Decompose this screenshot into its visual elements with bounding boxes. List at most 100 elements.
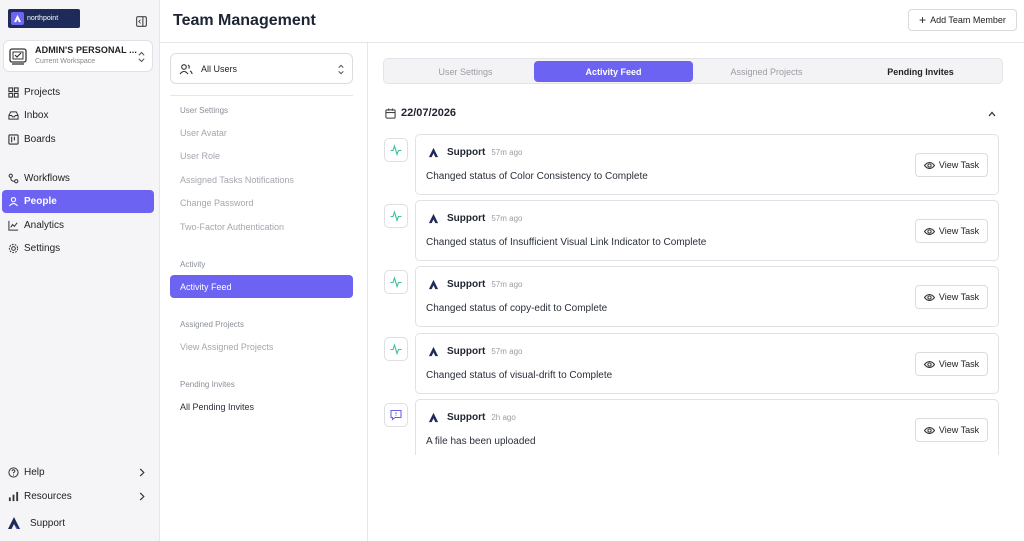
tab-user-settings[interactable]: User Settings xyxy=(386,61,545,82)
sidebar-item-help[interactable]: Help xyxy=(2,461,154,484)
feed-time: 57m ago xyxy=(491,214,523,223)
comment-icon xyxy=(390,409,402,421)
activity-badge xyxy=(384,337,408,361)
section-label-assigned-projects: Assigned Projects xyxy=(180,320,245,329)
eye-icon xyxy=(923,161,935,169)
support-avatar-icon xyxy=(428,279,439,290)
brand-logo[interactable]: northpoint xyxy=(8,9,80,28)
view-task-label: View Task xyxy=(938,359,980,369)
current-user[interactable]: Support xyxy=(7,516,65,530)
view-task-label: View Task xyxy=(938,226,980,236)
inbox-icon xyxy=(8,111,19,120)
feed-entry: Support 2h ago A file has been uploaded … xyxy=(380,399,1010,455)
view-task-button[interactable]: View Task xyxy=(915,153,988,177)
sidebar-item-label: Analytics xyxy=(24,220,65,231)
logo-mark-icon xyxy=(11,12,24,25)
tab-assigned-projects[interactable]: Assigned Projects xyxy=(687,61,846,82)
workspace-subtitle: Current Workspace xyxy=(35,58,96,65)
support-avatar-icon xyxy=(428,346,439,357)
workspace-name: ADMIN'S PERSONAL ... xyxy=(35,45,137,55)
workspace-switcher[interactable]: ADMIN'S PERSONAL ... Current Workspace xyxy=(3,40,153,72)
panel-item-user-role[interactable]: User Role xyxy=(180,151,220,161)
chevron-updown-icon xyxy=(138,51,145,63)
feed-card: Support 57m ago Changed status of copy-e… xyxy=(415,266,999,327)
activity-badge xyxy=(384,270,408,294)
add-team-member-button[interactable]: + Add Team Member xyxy=(908,9,1017,31)
sidebar-collapse-icon[interactable] xyxy=(136,16,147,27)
person-icon xyxy=(8,197,19,207)
activity-badge xyxy=(384,204,408,228)
sidebar-item-boards[interactable]: Boards xyxy=(2,128,154,151)
user-filter-select[interactable]: All Users xyxy=(170,53,353,84)
feed-user: Support xyxy=(447,279,486,290)
feed-message: A file has been uploaded xyxy=(426,436,536,447)
chart-icon xyxy=(8,220,19,231)
view-task-button[interactable]: View Task xyxy=(915,418,988,442)
feed-message: Changed status of copy-edit to Complete xyxy=(426,303,608,314)
sidebar-item-settings[interactable]: Settings xyxy=(2,237,154,260)
feed-date: 22/07/2026 xyxy=(401,107,457,119)
sidebar-item-people[interactable]: People xyxy=(2,190,154,213)
panel-item-change-password[interactable]: Change Password xyxy=(180,198,254,208)
panel-item-activity-feed[interactable]: Activity Feed xyxy=(170,275,353,298)
sidebar-item-label: Boards xyxy=(24,134,56,145)
feed-card: Support 2h ago A file has been uploaded … xyxy=(415,399,999,455)
view-task-label: View Task xyxy=(938,160,980,170)
feed-user: Support xyxy=(447,346,486,357)
eye-icon xyxy=(923,360,935,368)
pulse-icon xyxy=(390,343,402,355)
tab-activity-feed[interactable]: Activity Feed xyxy=(534,61,693,82)
section-label-activity: Activity xyxy=(180,260,206,269)
workflow-icon xyxy=(8,173,19,184)
pulse-icon xyxy=(390,276,402,288)
sidebar-item-label: Projects xyxy=(24,87,61,98)
feed-user: Support xyxy=(447,412,486,423)
sidebar-item-analytics[interactable]: Analytics xyxy=(2,214,154,237)
chevron-right-icon xyxy=(139,468,145,477)
user-avatar-icon xyxy=(8,517,20,529)
user-filter-value: All Users xyxy=(201,63,238,74)
sidebar-item-resources[interactable]: Resources xyxy=(2,485,154,508)
comment-badge xyxy=(384,403,408,427)
brand-name: northpoint xyxy=(27,15,59,22)
panel-item-all-pending-invites[interactable]: All Pending Invites xyxy=(180,402,254,412)
feed-card: Support 57m ago Changed status of visual… xyxy=(415,333,999,394)
section-label-pending-invites: Pending Invites xyxy=(180,380,235,389)
support-avatar-icon xyxy=(428,213,439,224)
view-task-button[interactable]: View Task xyxy=(915,352,988,376)
feed-message: Changed status of Insufficient Visual Li… xyxy=(426,237,707,248)
tab-bar: User Settings Activity Feed Assigned Pro… xyxy=(383,58,1003,84)
panel-item-label: Activity Feed xyxy=(180,281,232,292)
eye-icon xyxy=(923,426,935,434)
feed-entry: Support 57m ago Changed status of Insuff… xyxy=(380,200,1010,262)
sidebar-item-inbox[interactable]: Inbox xyxy=(2,104,154,127)
feed-message: Changed status of Color Consistency to C… xyxy=(426,171,648,182)
chevron-up-icon[interactable] xyxy=(987,110,997,118)
sidebar-item-label: Help xyxy=(24,467,45,478)
users-icon xyxy=(179,63,193,74)
bars-icon xyxy=(8,491,19,502)
chevron-updown-icon xyxy=(338,64,344,75)
panel-item-assigned-tasks-notifications[interactable]: Assigned Tasks Notifications xyxy=(180,175,294,185)
feed-entry: Support 57m ago Changed status of Color … xyxy=(380,134,1010,196)
calendar-icon xyxy=(385,107,396,119)
section-label-user-settings: User Settings xyxy=(180,106,229,115)
sidebar-item-workflows[interactable]: Workflows xyxy=(2,167,154,190)
tab-pending-invites[interactable]: Pending Invites xyxy=(841,61,1000,82)
panel-item-view-assigned-projects[interactable]: View Assigned Projects xyxy=(180,342,273,352)
support-avatar-icon xyxy=(428,412,439,423)
feed-date-header: 22/07/2026 xyxy=(385,107,456,119)
view-task-label: View Task xyxy=(938,425,980,435)
sidebar-item-label: Resources xyxy=(24,491,72,502)
user-name: Support xyxy=(30,517,66,529)
pulse-icon xyxy=(390,144,402,156)
activity-feed: Support 57m ago Changed status of Color … xyxy=(380,133,1010,455)
workspace-icon xyxy=(9,48,27,65)
panel-item-user-avatar[interactable]: User Avatar xyxy=(180,128,227,138)
sidebar-item-projects[interactable]: Projects xyxy=(2,81,154,104)
feed-entry: Support 57m ago Changed status of copy-e… xyxy=(380,266,1010,328)
panel-item-two-factor-auth[interactable]: Two-Factor Authentication xyxy=(180,222,284,232)
view-task-button[interactable]: View Task xyxy=(915,219,988,243)
feed-time: 57m ago xyxy=(491,148,523,157)
view-task-button[interactable]: View Task xyxy=(915,285,988,309)
